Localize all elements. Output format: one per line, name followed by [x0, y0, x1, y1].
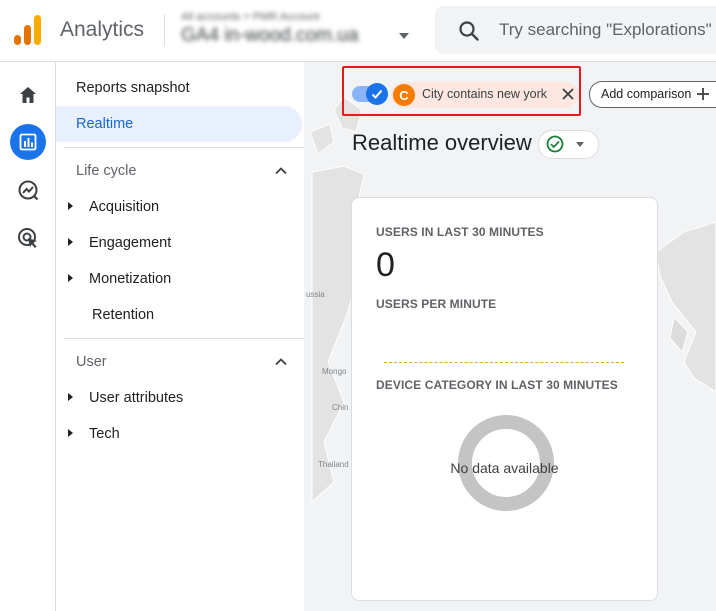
search-placeholder[interactable]: Try searching "Explorations": [499, 20, 712, 40]
header-divider: [164, 14, 165, 46]
nav-item-engagement[interactable]: Engagement: [68, 225, 171, 261]
home-icon: [20, 87, 36, 103]
map-label: Mongo: [322, 367, 347, 376]
plus-icon: [697, 88, 709, 100]
users-30min-label: USERS IN LAST 30 MINUTES: [376, 225, 544, 239]
map-label: Thailand: [318, 460, 349, 469]
nav-item-label: Engagement: [89, 235, 172, 251]
rail-explore-button[interactable]: [10, 172, 46, 208]
caret-down-icon[interactable]: [399, 33, 409, 39]
page-title: Realtime overview: [352, 130, 532, 155]
search-icon: [459, 21, 479, 41]
nav-section-user[interactable]: User: [76, 354, 107, 370]
reports-icon: [19, 133, 37, 151]
account-name[interactable]: All accounts > PMR Account: [181, 11, 319, 23]
search-bar[interactable]: Try searching "Explorations": [435, 6, 716, 54]
no-data-message: No data available: [450, 460, 559, 476]
expand-arrow-icon: [68, 202, 73, 211]
expand-arrow-icon: [68, 393, 73, 402]
nav-item-acquisition[interactable]: Acquisition: [68, 189, 159, 225]
chevron-up-icon[interactable]: [274, 355, 288, 369]
nav-item-user-attributes[interactable]: User attributes: [68, 380, 183, 416]
analytics-logo-icon[interactable]: [14, 15, 42, 45]
expand-arrow-icon: [68, 238, 73, 247]
reports-nav: Reports snapshot Realtime Life cycle Acq…: [56, 62, 346, 611]
expand-arrow-icon: [68, 274, 73, 283]
nav-item-label: Monetization: [89, 271, 172, 287]
nav-item-label: Acquisition: [89, 199, 160, 215]
nav-section-life-cycle[interactable]: Life cycle: [76, 163, 136, 179]
advertising-icon: [18, 228, 37, 248]
rail-reports-button[interactable]: [10, 124, 46, 160]
chevron-up-icon[interactable]: [274, 164, 288, 178]
data-quality-dropdown[interactable]: [538, 130, 599, 159]
nav-item-reports-snapshot[interactable]: Reports snapshot: [56, 70, 302, 106]
add-comparison-button[interactable]: Add comparison: [589, 81, 716, 108]
check-circle-icon: [546, 135, 564, 153]
users-per-minute-label: USERS PER MINUTE: [376, 297, 497, 311]
explore-icon: [18, 180, 39, 201]
device-category-label: DEVICE CATEGORY IN LAST 30 MINUTES: [376, 378, 618, 392]
add-comparison-label: Add comparison: [601, 87, 692, 101]
left-rail: [0, 62, 56, 611]
rail-advertising-button[interactable]: [10, 220, 46, 256]
app-title: Analytics: [60, 18, 145, 41]
users-per-minute-sparkline: [384, 362, 624, 363]
top-app-bar: Analytics All accounts > PMR Account GA4…: [0, 0, 716, 62]
property-selector[interactable]: GA4 in-wood.com.ua: [181, 25, 358, 47]
map-label: Chin: [332, 403, 349, 412]
nav-item-retention[interactable]: Retention: [68, 297, 154, 333]
realtime-users-card: USERS IN LAST 30 MINUTES 0 USERS PER MIN…: [351, 197, 658, 601]
nav-item-tech[interactable]: Tech: [68, 416, 120, 452]
annotation-highlight: [342, 66, 581, 116]
nav-item-label: Tech: [89, 426, 120, 442]
nav-item-realtime[interactable]: Realtime: [56, 106, 302, 142]
users-30min-value: 0: [376, 246, 395, 284]
rail-home-button[interactable]: [10, 77, 46, 113]
caret-down-icon: [576, 142, 584, 147]
map-label: ussia: [306, 290, 325, 299]
nav-item-monetization[interactable]: Monetization: [68, 261, 171, 297]
nav-item-label: User attributes: [89, 390, 184, 406]
expand-arrow-icon: [68, 429, 73, 438]
